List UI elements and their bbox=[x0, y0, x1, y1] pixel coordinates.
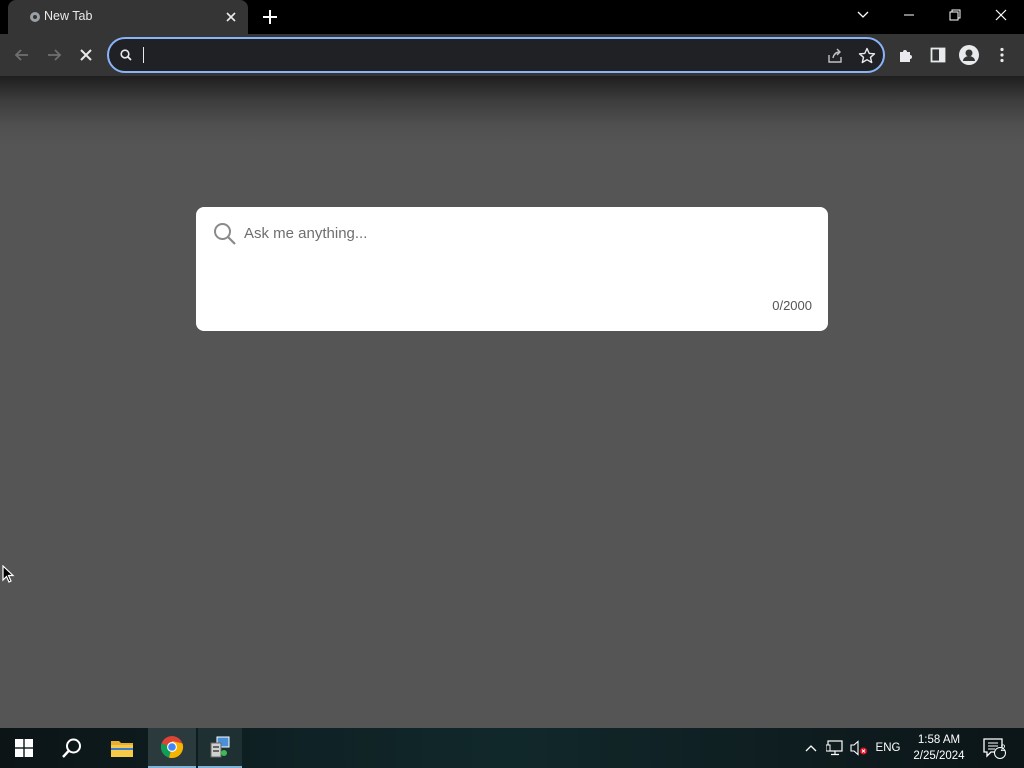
minimize-button[interactable] bbox=[886, 0, 932, 30]
volume-status[interactable] bbox=[848, 728, 870, 768]
text-caret bbox=[143, 47, 144, 63]
start-button[interactable] bbox=[0, 728, 48, 768]
close-icon[interactable] bbox=[223, 9, 239, 25]
stop-loading-button[interactable] bbox=[74, 43, 98, 67]
restore-icon bbox=[949, 9, 961, 21]
chevron-down-icon bbox=[857, 11, 869, 18]
tab-new-tab[interactable]: New Tab bbox=[8, 0, 248, 34]
extensions-button[interactable] bbox=[894, 43, 918, 67]
menu-button[interactable] bbox=[990, 43, 1014, 67]
profile-icon bbox=[959, 45, 979, 65]
notification-count: 2 bbox=[1000, 743, 1006, 753]
close-window-button[interactable] bbox=[978, 0, 1024, 30]
clock[interactable]: 1:58 AM 2/25/2024 bbox=[906, 728, 972, 768]
page-content: 0/2000 bbox=[0, 76, 1024, 728]
network-status[interactable] bbox=[824, 728, 846, 768]
tab-search-button[interactable] bbox=[840, 0, 886, 30]
windows-logo-icon bbox=[15, 739, 33, 757]
network-icon bbox=[826, 740, 843, 756]
plus-icon[interactable] bbox=[260, 7, 280, 27]
close-icon bbox=[995, 9, 1007, 21]
taskbar-chrome[interactable] bbox=[148, 728, 196, 768]
share-icon[interactable] bbox=[825, 46, 845, 66]
language-indicator[interactable]: ENG bbox=[872, 728, 904, 768]
restore-button[interactable] bbox=[932, 0, 978, 30]
address-input[interactable] bbox=[141, 45, 801, 65]
forward-arrow-icon bbox=[48, 49, 62, 61]
clock-time: 1:58 AM bbox=[917, 734, 961, 746]
side-panel-icon bbox=[930, 47, 946, 63]
search-icon bbox=[214, 223, 236, 245]
taskbar-file-explorer[interactable] bbox=[98, 728, 146, 768]
taskbar: ENG 1:58 AM 2/25/2024 2 bbox=[0, 728, 1024, 768]
minimize-icon bbox=[904, 14, 914, 16]
search-icon bbox=[62, 738, 81, 758]
chevron-up-icon bbox=[805, 745, 817, 752]
forward-button[interactable] bbox=[42, 43, 66, 67]
search-icon bbox=[120, 49, 132, 61]
character-counter: 0/2000 bbox=[772, 298, 812, 313]
star-icon[interactable] bbox=[857, 46, 877, 66]
chrome-icon bbox=[160, 736, 184, 759]
tab-title: New Tab bbox=[44, 9, 93, 23]
app-icon bbox=[210, 736, 230, 758]
puzzle-icon bbox=[900, 50, 912, 62]
file-explorer-icon bbox=[111, 741, 133, 757]
tray-overflow-button[interactable] bbox=[800, 728, 822, 768]
stop-icon bbox=[80, 49, 92, 61]
clock-date: 2/25/2024 bbox=[913, 750, 965, 762]
taskbar-app[interactable] bbox=[198, 728, 242, 768]
mouse-pointer-icon bbox=[2, 565, 15, 583]
profile-button[interactable] bbox=[957, 43, 981, 67]
globe-icon bbox=[30, 12, 40, 22]
ask-box[interactable]: 0/2000 bbox=[196, 207, 828, 331]
taskbar-search-button[interactable] bbox=[48, 728, 96, 768]
ask-input[interactable] bbox=[244, 221, 804, 245]
speaker-muted-icon bbox=[850, 740, 867, 756]
address-bar[interactable] bbox=[107, 37, 885, 73]
notification-center-button[interactable]: 2 bbox=[976, 728, 1012, 768]
back-button[interactable] bbox=[10, 43, 34, 67]
kebab-menu-icon bbox=[1000, 47, 1004, 63]
side-panel-button[interactable] bbox=[926, 43, 950, 67]
back-arrow-icon bbox=[14, 49, 28, 61]
tab-strip: New Tab bbox=[0, 0, 1024, 34]
